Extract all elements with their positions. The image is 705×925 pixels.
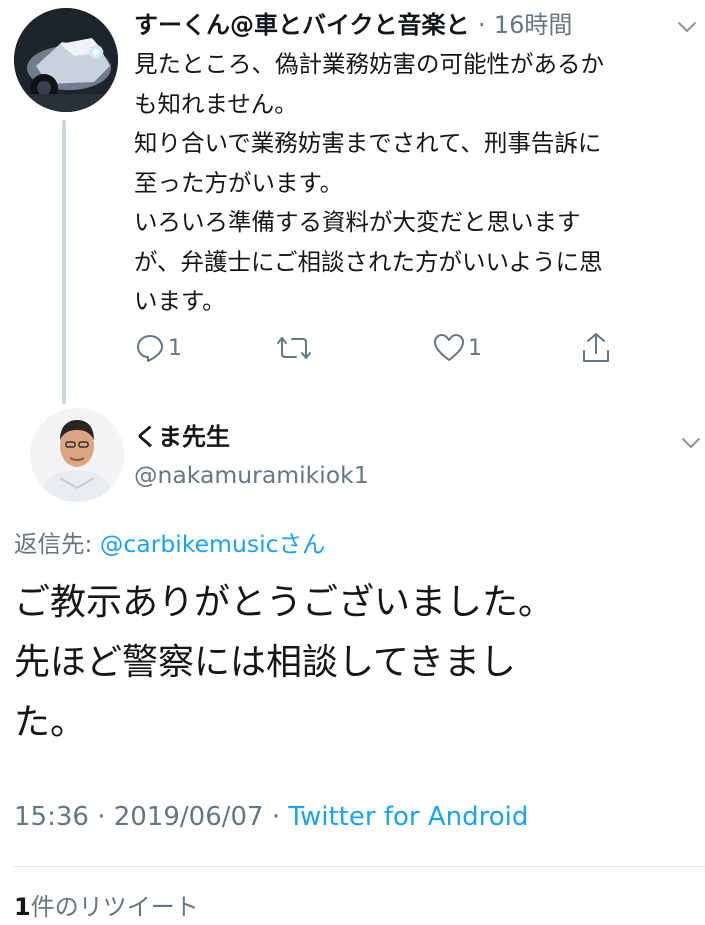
- share-icon: [583, 333, 609, 362]
- motorcycle-photo: [14, 8, 118, 112]
- like-button[interactable]: 1: [432, 330, 482, 366]
- separator: ·: [263, 802, 289, 832]
- tweet-source-link[interactable]: Twitter for Android: [288, 802, 528, 832]
- thread-line: [62, 120, 66, 404]
- share-button[interactable]: [580, 330, 612, 366]
- chevron-down-icon[interactable]: [676, 16, 698, 38]
- reply-count: 1: [168, 335, 182, 361]
- text-line: た。: [14, 702, 87, 743]
- text-line: が、弁護士にご相談された方がいいように思: [134, 247, 603, 276]
- parent-tweet-header: すーくん@車とバイクと音楽と · 16時間: [134, 8, 634, 42]
- author-name[interactable]: すーくん@車とバイクと音楽と: [134, 11, 470, 39]
- reply-button[interactable]: 1: [134, 330, 182, 366]
- retweet-icon: [277, 337, 311, 359]
- text-line: いろいろ準備する資料が大変だと思います: [134, 208, 581, 236]
- tweet-time: 15:36: [14, 802, 89, 832]
- text-line: 見たところ、偽計業務妨害の可能性があるか: [134, 50, 604, 78]
- parent-tweet-text: 見たところ、偽計業務妨害の可能性があるか も知れません。 知り合いで業務妨害まで…: [134, 45, 694, 322]
- reply-to-line: 返信先: @carbikemusicさん: [14, 527, 326, 561]
- retweet-count-link[interactable]: 1件のリツイート: [14, 890, 199, 924]
- avatar[interactable]: [30, 408, 124, 502]
- text-line: 至った方がいます。: [134, 168, 344, 197]
- separator: ·: [477, 11, 486, 39]
- retweet-number: 1: [14, 893, 31, 921]
- text-line: 知り合いで業務妨害までされて、刑事告訴に: [134, 129, 602, 157]
- tweet-time[interactable]: 16時間: [494, 11, 573, 39]
- text-line: ご教示ありがとうございました。: [14, 582, 555, 623]
- text-line: います。: [134, 287, 226, 315]
- text-line: も知れません。: [134, 89, 298, 118]
- author-handle[interactable]: @nakamuramikiok1: [134, 458, 369, 492]
- tweet-timestamp: 15:36 · 2019/06/07 · Twitter for Android: [14, 799, 528, 835]
- chevron-down-icon[interactable]: [680, 432, 702, 454]
- tweet-text: ご教示ありがとうございました。 先ほど警察には相談してきまし た。: [14, 573, 694, 753]
- author-name[interactable]: くま先生: [134, 420, 230, 454]
- divider: [14, 866, 705, 867]
- like-count: 1: [468, 335, 482, 361]
- reply-to-label: 返信先:: [14, 530, 100, 558]
- avatar[interactable]: [14, 8, 118, 112]
- retweet-button[interactable]: [276, 330, 312, 366]
- text-line: 先ほど警察には相談してきまし: [14, 642, 516, 683]
- tweet-date: 2019/06/07: [113, 802, 264, 832]
- retweet-label: 件のリツイート: [30, 893, 199, 921]
- reply-icon: [137, 335, 163, 362]
- profile-photo: [30, 408, 124, 502]
- like-icon: [434, 334, 464, 361]
- separator: ·: [88, 802, 114, 832]
- reply-to-mention[interactable]: @carbikemusicさん: [100, 530, 326, 558]
